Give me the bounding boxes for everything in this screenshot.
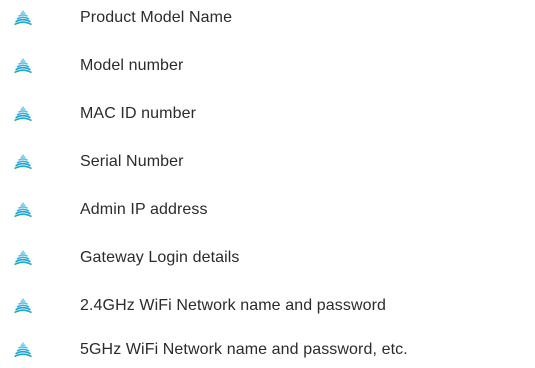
list-item-label: Admin IP address xyxy=(80,201,208,218)
list-item: 2.4GHz WiFi Network name and password xyxy=(0,292,535,320)
list-item: 5GHz WiFi Network name and password, etc… xyxy=(0,336,535,364)
list-item-label: Serial Number xyxy=(80,153,184,170)
list-item-label: Product Model Name xyxy=(80,9,233,26)
list-item-label: Model number xyxy=(80,57,184,74)
wifi-signal-icon xyxy=(14,298,32,314)
list-item-label: 5GHz WiFi Network name and password, etc… xyxy=(80,341,408,358)
list-item: Product Model Name xyxy=(0,4,535,32)
wifi-signal-icon xyxy=(14,106,32,122)
wifi-signal-icon xyxy=(14,250,32,266)
wifi-signal-icon xyxy=(14,202,32,218)
wifi-signal-icon xyxy=(14,154,32,170)
wifi-signal-icon xyxy=(14,342,32,358)
list-item: Model number xyxy=(0,52,535,80)
list-item-label: 2.4GHz WiFi Network name and password xyxy=(80,297,387,314)
wifi-signal-icon xyxy=(14,10,32,26)
list-item-label: MAC ID number xyxy=(80,105,196,122)
list-item: Gateway Login details xyxy=(0,244,535,272)
list-item: MAC ID number xyxy=(0,100,535,128)
list-item: Serial Number xyxy=(0,148,535,176)
list-item-label: Gateway Login details xyxy=(80,249,240,266)
wifi-signal-icon xyxy=(14,58,32,74)
list-item: Admin IP address xyxy=(0,196,535,224)
